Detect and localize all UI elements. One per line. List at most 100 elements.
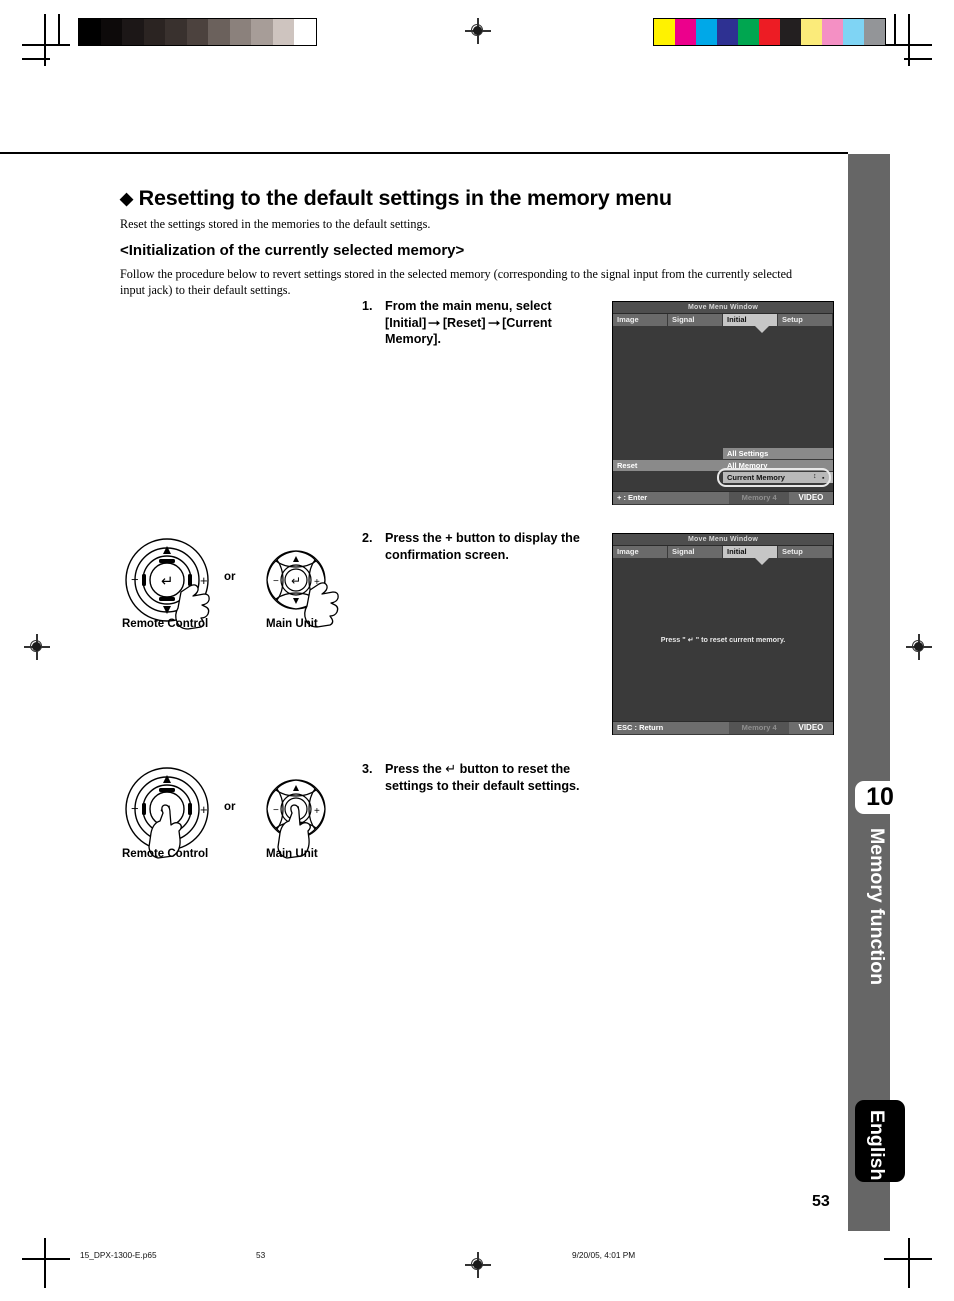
- registration-mark-right: [906, 634, 932, 660]
- gray-swatch-1: [100, 19, 122, 45]
- language-tab-label: English: [866, 1110, 888, 1181]
- osd-2-tab-initial[interactable]: Initial: [723, 546, 778, 558]
- step-3-line2: settings to their default settings.: [385, 779, 580, 794]
- gray-swatch-4: [165, 19, 187, 45]
- step-1-text: From the main menu, select [Initial] ➞ [Re…: [385, 298, 597, 348]
- crop-mark-top-right-h2: [904, 58, 932, 60]
- svg-text:−: −: [131, 801, 139, 816]
- page-number: 53: [812, 1193, 830, 1210]
- subsection-intro: Follow the procedure below to revert set…: [120, 267, 793, 298]
- osd-1-tab-setup[interactable]: Setup: [778, 314, 833, 326]
- illustration-group-step3: − + ↵ − + ↵ or Remote Control Main Unit: [118, 765, 348, 865]
- main-unit-label-step3: Main Unit: [266, 848, 318, 860]
- side-gray-band: [848, 154, 890, 1231]
- step-3-text: Press the ↵ button to reset the settings…: [385, 761, 597, 795]
- osd-1-footer: + : Enter Memory 4 VIDEO: [613, 491, 833, 504]
- osd-1-menu-label-reset: Reset: [613, 460, 723, 471]
- osd-2-tab-signal[interactable]: Signal: [668, 546, 723, 558]
- osd-2-confirmation-message: Press " ↵ " to reset current memory.: [660, 635, 786, 644]
- osd-1-tab-signal[interactable]: Signal: [668, 314, 723, 326]
- crop-mark-top-right-h: [884, 44, 932, 46]
- step-3-line1b: button to reset the: [459, 762, 571, 776]
- osd-1-tabs: Image Signal Initial Setup: [613, 313, 833, 326]
- gray-swatch-6: [208, 19, 230, 45]
- crop-mark-top-left-v2: [58, 14, 60, 44]
- diamond-bullet-icon: ◆: [120, 189, 133, 208]
- chapter-number-badge: 10: [855, 781, 905, 814]
- osd-1-selection-highlight-ring: [717, 468, 831, 487]
- color-swatch-10: [864, 19, 885, 45]
- print-footer-timestamp: 9/20/05, 4:01 PM: [572, 1250, 636, 1260]
- osd-screen-confirmation: Move Menu Window Image Signal Initial Se…: [612, 533, 834, 735]
- osd-2-body: Press " ↵ " to reset current memory.: [613, 558, 833, 735]
- osd-2-footer: ESC : Return Memory 4 VIDEO: [613, 721, 833, 734]
- osd-1-tab-image[interactable]: Image: [613, 314, 668, 326]
- step-3-number: 3.: [362, 762, 373, 776]
- osd-screen-reset-menu: Move Menu Window Image Signal Initial Se…: [612, 301, 834, 505]
- osd-1-tab-initial[interactable]: Initial: [723, 314, 778, 326]
- illustration-group-step2: − + ↵ − + ↵ or Remote Control Main Unit: [118, 532, 348, 637]
- or-label-step3: or: [224, 801, 236, 813]
- gray-swatch-9: [272, 19, 294, 45]
- svg-text:−: −: [131, 572, 139, 587]
- osd-2-footer-memory: Memory 4: [729, 722, 789, 734]
- or-label-step2: or: [224, 571, 236, 583]
- crop-mark-top-left-h2: [22, 58, 50, 60]
- crop-mark-bottom-left-h: [22, 1258, 70, 1260]
- crop-mark-top-left-h: [22, 44, 70, 46]
- chapter-title-vertical: Memory function: [866, 828, 888, 986]
- registration-mark-left: [24, 634, 50, 660]
- step-2-line1: Press the + button to display the: [385, 531, 580, 545]
- osd-1-footer-memory: Memory 4: [729, 492, 789, 504]
- osd-1-item-all-settings[interactable]: All Settings: [723, 448, 833, 459]
- color-calibration-bar: [653, 18, 886, 46]
- osd-2-tabs: Image Signal Initial Setup: [613, 545, 833, 558]
- osd-2-tab-setup[interactable]: Setup: [778, 546, 833, 558]
- osd-1-spacer-a: [613, 448, 723, 459]
- osd-2-title: Move Menu Window: [613, 534, 833, 545]
- color-swatch-5: [759, 19, 780, 45]
- gray-swatch-3: [143, 19, 165, 45]
- gray-swatch-0: [79, 19, 101, 45]
- step-1-number: 1.: [362, 299, 373, 313]
- color-swatch-2: [696, 19, 717, 45]
- print-footer-filename: 15_DPX-1300-E.p65: [80, 1250, 157, 1260]
- color-swatch-8: [822, 19, 843, 45]
- crop-mark-bottom-right-v: [908, 1238, 910, 1288]
- crop-mark-bottom-right-h: [884, 1258, 932, 1260]
- header-rule: [0, 152, 848, 154]
- osd-1-body: All Settings Reset All Memory Current Me…: [613, 326, 833, 505]
- color-swatch-1: [675, 19, 696, 45]
- svg-text:−: −: [273, 805, 279, 816]
- osd-2-tab-image[interactable]: Image: [613, 546, 668, 558]
- svg-text:↵: ↵: [291, 574, 301, 588]
- color-swatch-9: [843, 19, 864, 45]
- svg-text:↵: ↵: [161, 572, 174, 590]
- registration-mark-top: [465, 18, 491, 44]
- color-swatch-0: [654, 19, 675, 45]
- arrow-icon-1: ➞: [427, 315, 442, 330]
- gray-swatch-7: [229, 19, 251, 45]
- osd-1-title: Move Menu Window: [613, 302, 833, 313]
- main-unit-label-step2: Main Unit: [266, 618, 318, 630]
- color-swatch-6: [780, 19, 801, 45]
- selected-tab-caret-icon-2: [755, 558, 769, 565]
- step-2: 2. Press the + button to display the con…: [362, 530, 597, 563]
- crop-mark-bottom-left-v: [44, 1238, 46, 1288]
- step-1: 1. From the main menu, select [Initial] ➞…: [362, 298, 597, 348]
- grayscale-calibration-bar: [78, 18, 317, 46]
- step-2-number: 2.: [362, 531, 373, 545]
- enter-key-glyph-icon: ↵: [445, 762, 457, 777]
- step-1-current: [Current: [502, 315, 552, 330]
- svg-text:+: +: [200, 573, 208, 588]
- step-1-reset: [Reset]: [442, 315, 486, 330]
- osd-1-spacer-b: [613, 472, 723, 483]
- intro-lead: Reset the settings stored in the memorie…: [120, 217, 431, 231]
- gray-swatch-5: [186, 19, 208, 45]
- registration-mark-bottom: [465, 1252, 491, 1278]
- step-2-text: Press the + button to display the confir…: [385, 530, 597, 563]
- selected-tab-caret-icon: [755, 326, 769, 333]
- step-2-line2: confirmation screen.: [385, 547, 509, 562]
- remote-control-label-step2: Remote Control: [122, 618, 209, 630]
- osd-1-row-all-settings: All Settings: [613, 448, 833, 459]
